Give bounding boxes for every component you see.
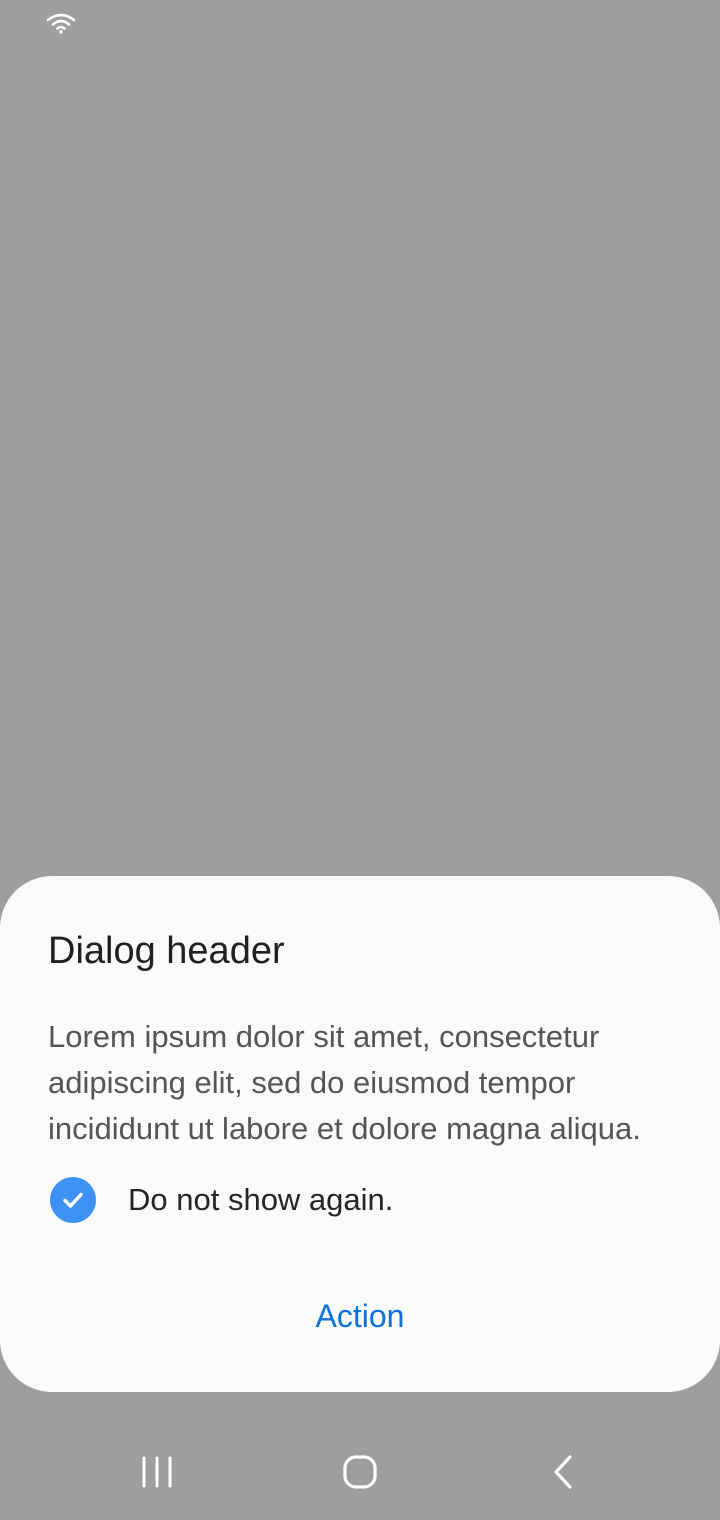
check-circle-icon[interactable] (50, 1177, 96, 1223)
back-button[interactable] (533, 1442, 593, 1502)
wifi-icon (46, 13, 76, 34)
dialog-title: Dialog header (48, 930, 285, 972)
recents-button[interactable] (127, 1442, 187, 1502)
do-not-show-again-checkbox[interactable]: Do not show again. (48, 1172, 393, 1228)
dialog-body-text: Lorem ipsum dolor sit amet, consectetur … (48, 1019, 641, 1146)
home-button[interactable] (330, 1442, 390, 1502)
action-button[interactable]: Action (260, 1288, 460, 1344)
navigation-bar (0, 1420, 720, 1520)
recents-icon (142, 1456, 172, 1488)
checkbox-label: Do not show again. (128, 1182, 394, 1217)
status-bar (0, 0, 720, 48)
back-icon (554, 1455, 572, 1489)
home-icon (343, 1455, 377, 1489)
